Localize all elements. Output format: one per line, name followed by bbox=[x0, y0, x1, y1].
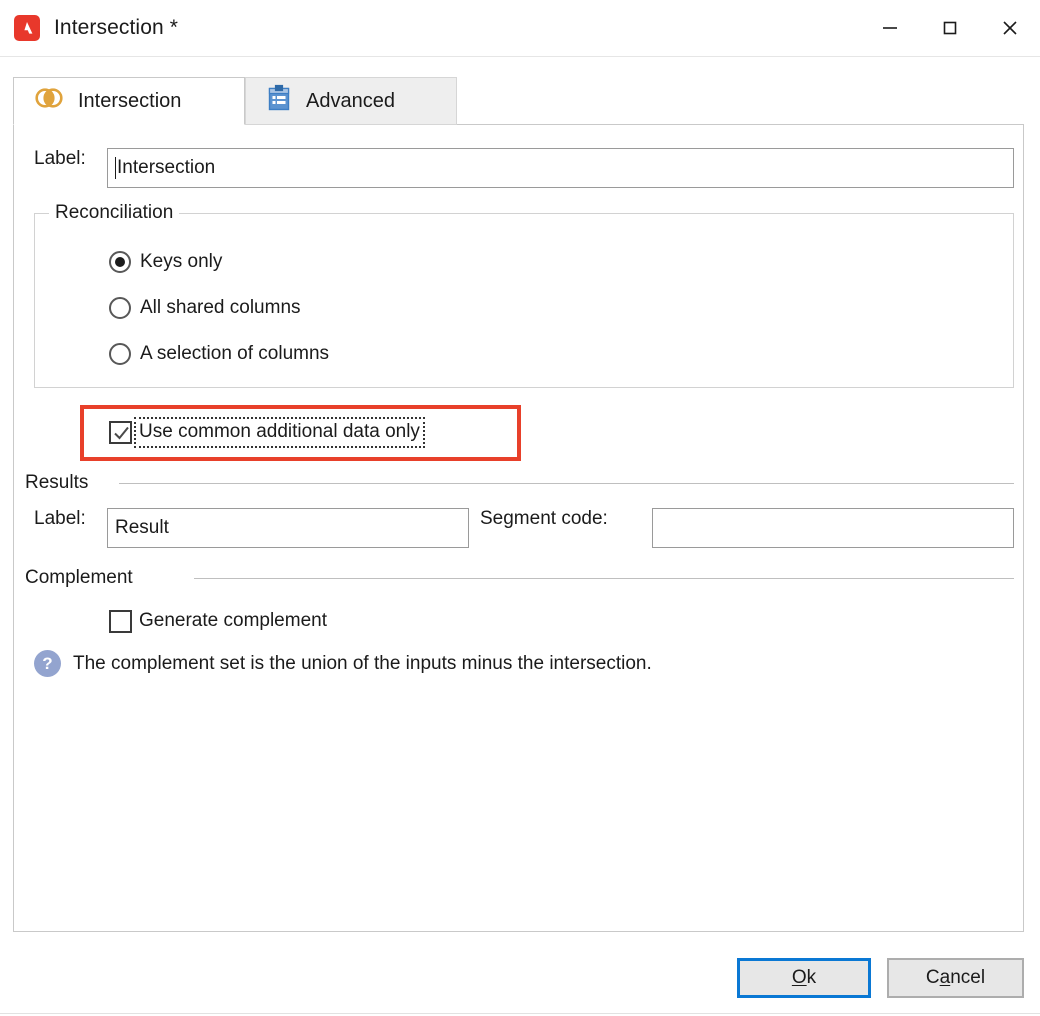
cancel-button-label: Cancel bbox=[925, 967, 986, 988]
results-label-caption: Label: bbox=[34, 508, 86, 529]
results-label-input[interactable]: Result bbox=[107, 508, 469, 548]
label-caption: Label: bbox=[34, 148, 86, 169]
close-button[interactable] bbox=[980, 0, 1040, 56]
results-label-input-value: Result bbox=[115, 517, 169, 538]
results-title: Results bbox=[19, 472, 95, 494]
maximize-button[interactable] bbox=[920, 0, 980, 56]
intersection-circles-icon bbox=[34, 84, 64, 118]
complement-divider bbox=[194, 578, 1014, 579]
complement-title: Complement bbox=[19, 567, 139, 589]
ok-button[interactable]: Ok bbox=[737, 958, 871, 998]
minimize-button[interactable] bbox=[860, 0, 920, 56]
checkbox-use-common-additional-data-label: Use common additional data only bbox=[134, 417, 425, 448]
radio-keys-only-label: Keys only bbox=[140, 251, 223, 272]
radio-a-selection-of-columns-indicator bbox=[109, 343, 131, 365]
complement-help-row: ? The complement set is the union of the… bbox=[34, 650, 652, 677]
window-controls bbox=[860, 0, 1040, 56]
radio-a-selection-of-columns-label: A selection of columns bbox=[140, 343, 330, 364]
adobe-logo-icon bbox=[14, 15, 40, 41]
checkbox-use-common-additional-data-indicator bbox=[109, 421, 132, 444]
radio-all-shared-columns[interactable]: All shared columns bbox=[109, 297, 301, 319]
help-question-icon: ? bbox=[34, 650, 61, 677]
radio-all-shared-columns-label: All shared columns bbox=[140, 297, 301, 318]
checkbox-use-common-additional-data[interactable]: Use common additional data only bbox=[109, 417, 425, 448]
label-input[interactable]: Intersection bbox=[107, 148, 1014, 188]
ok-button-label: Ok bbox=[791, 967, 817, 988]
label-input-value: Intersection bbox=[117, 157, 216, 178]
clipboard-icon bbox=[266, 84, 292, 118]
tab-advanced-label: Advanced bbox=[306, 90, 395, 112]
reconciliation-title: Reconciliation bbox=[49, 202, 180, 224]
tab-advanced[interactable]: Advanced bbox=[245, 77, 457, 125]
tab-intersection-label: Intersection bbox=[78, 90, 182, 112]
footer-divider bbox=[0, 1013, 1040, 1014]
checkbox-generate-complement-indicator bbox=[109, 610, 132, 633]
radio-all-shared-columns-indicator bbox=[109, 297, 131, 319]
title-bar: Intersection * bbox=[0, 0, 1040, 57]
text-caret bbox=[115, 157, 116, 179]
tab-strip: Intersection Advanced bbox=[13, 77, 1024, 125]
intersection-tab-panel: Label: Intersection Reconciliation Keys … bbox=[13, 124, 1024, 932]
results-divider bbox=[119, 483, 1014, 484]
segment-code-input[interactable] bbox=[652, 508, 1014, 548]
complement-help-text: The complement set is the union of the i… bbox=[73, 652, 652, 674]
tab-intersection[interactable]: Intersection bbox=[13, 77, 245, 125]
radio-keys-only[interactable]: Keys only bbox=[109, 251, 222, 273]
checkbox-generate-complement-label: Generate complement bbox=[139, 610, 327, 631]
cancel-button[interactable]: Cancel bbox=[887, 958, 1024, 998]
checkbox-generate-complement[interactable]: Generate complement bbox=[109, 608, 330, 635]
window-title: Intersection * bbox=[54, 16, 178, 39]
radio-a-selection-of-columns[interactable]: A selection of columns bbox=[109, 343, 329, 365]
radio-keys-only-indicator bbox=[109, 251, 131, 273]
segment-code-caption: Segment code: bbox=[480, 508, 608, 529]
